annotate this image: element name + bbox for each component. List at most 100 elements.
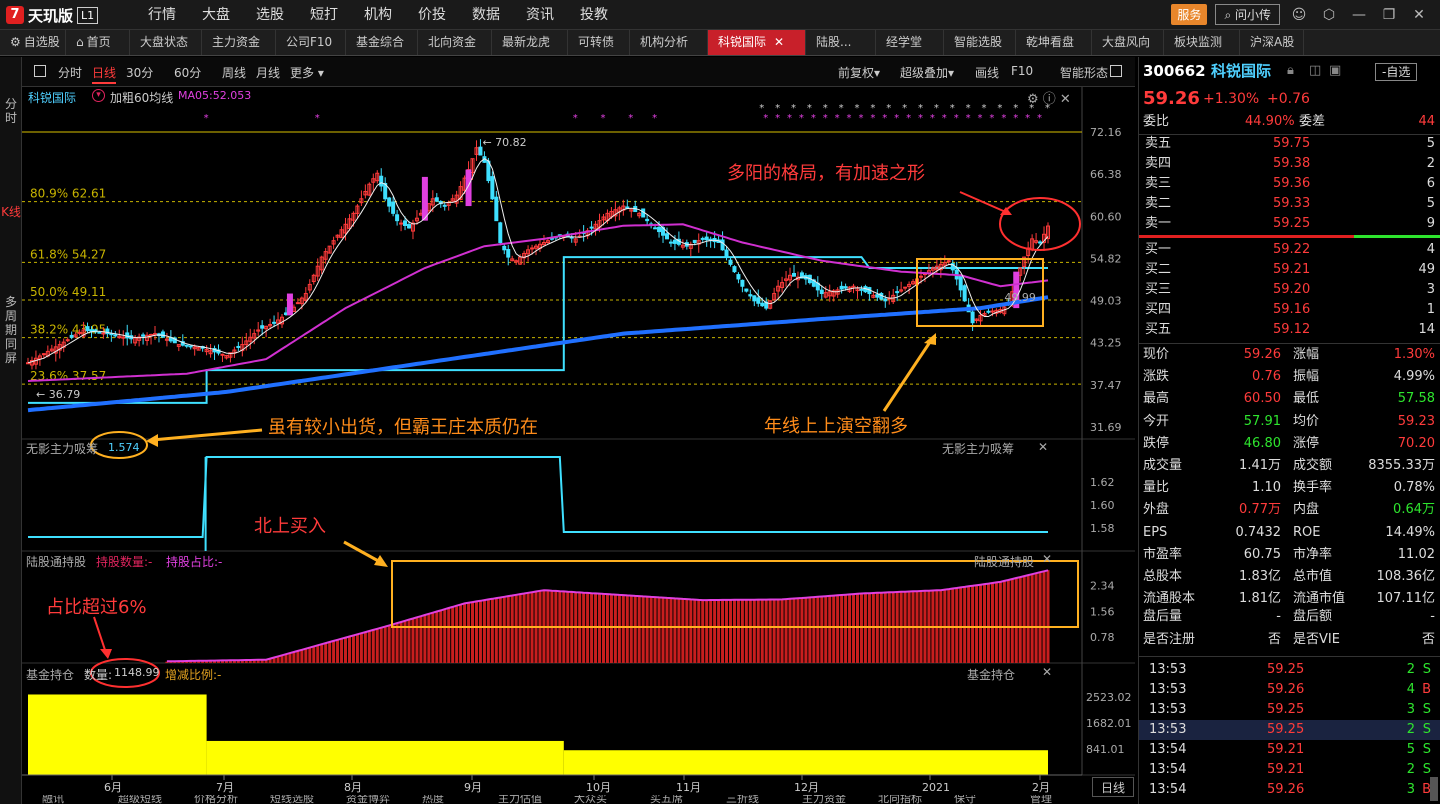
restore-icon[interactable]: ❐	[1378, 7, 1400, 23]
bottom-tab[interactable]: 管理	[1030, 795, 1052, 804]
bottom-tab[interactable]: 融讯	[42, 795, 64, 804]
tab-item[interactable]: 经学堂	[876, 30, 944, 55]
ask-row[interactable]: 卖三 59.36 6	[1139, 174, 1440, 194]
tick-row[interactable]: 13:54 59.21 2 S	[1139, 760, 1440, 780]
tab-item[interactable]: 最新龙虎	[492, 30, 568, 55]
lugu-bar	[621, 595, 625, 663]
period-tab[interactable]: 60分	[174, 64, 201, 81]
tick-row[interactable]: 13:54 59.26 3 B	[1139, 780, 1440, 800]
layout-icon[interactable]	[34, 65, 46, 77]
toolbar-right-item[interactable]: 画线	[975, 64, 999, 81]
lugu-bar	[780, 599, 784, 663]
tick-row[interactable]: 13:53 59.26 4 B	[1139, 680, 1440, 700]
bottom-tab[interactable]: 超级短线	[118, 795, 162, 804]
tab-item[interactable]: 乾坤看盘	[1016, 30, 1092, 55]
tab-item[interactable]: 科锐国际 ✕	[708, 30, 806, 55]
main-menu-item[interactable]: 资讯	[513, 0, 567, 30]
tick-row[interactable]: 13:54 59.21 5 S	[1139, 740, 1440, 760]
toolbar-right-item[interactable]: 前复权▾	[838, 64, 880, 81]
stat-label: 盘后量	[1143, 609, 1183, 625]
ask-row[interactable]: 卖二 59.33 5	[1139, 194, 1440, 214]
tab-close-icon[interactable]: ✕	[774, 35, 784, 49]
main-menu-item[interactable]: 价投	[405, 0, 459, 30]
period-tab[interactable]: 更多 ▾	[290, 64, 324, 81]
tick-scrollbar[interactable]	[1430, 777, 1438, 801]
bottom-tab[interactable]: 价格分析	[194, 795, 238, 804]
fund-close-icon[interactable]: ✕	[1042, 665, 1052, 679]
bottom-tab[interactable]: 买五席	[650, 795, 683, 804]
bottom-tab[interactable]: 北向指标	[878, 795, 922, 804]
service-button[interactable]: 服务	[1171, 4, 1208, 25]
bottom-tab[interactable]: 大众买	[574, 795, 607, 804]
lugu-bar	[955, 588, 959, 663]
tab-item[interactable]: 可转债	[568, 30, 630, 55]
add-watchlist-button[interactable]: -自选	[1375, 63, 1418, 81]
tab-item[interactable]: 基金综合	[346, 30, 418, 55]
period-tab[interactable]: 周线	[222, 64, 246, 81]
period-tab[interactable]: 月线	[256, 64, 280, 81]
lugu-close-icon[interactable]: ✕	[1042, 552, 1052, 566]
daily-button[interactable]: 日线	[1092, 777, 1134, 797]
tab-item[interactable]: ⌂ 首页	[66, 30, 130, 55]
settings-icon[interactable]: ⬡	[1318, 7, 1340, 23]
side-tab-multi[interactable]: 多周期同屏	[0, 295, 22, 365]
main-menu-item[interactable]: 选股	[243, 0, 297, 30]
share-icon[interactable]: ▣	[1329, 61, 1341, 81]
wuying-close-icon[interactable]: ✕	[1038, 440, 1048, 454]
toolbar-right-item[interactable]: 智能形态	[1060, 64, 1108, 81]
period-tab[interactable]: 分时	[58, 64, 82, 81]
side-tab-kline[interactable]: K线	[0, 205, 22, 219]
bottom-tab[interactable]: 保守	[954, 795, 976, 804]
tab-item[interactable]: 主力资金	[202, 30, 276, 55]
tab-item[interactable]: 公司F10	[276, 30, 346, 55]
bid-row[interactable]: 买一 59.22 4	[1139, 240, 1440, 260]
bid-row[interactable]: 买四 59.16 1	[1139, 300, 1440, 320]
ask-row[interactable]: 卖五 59.75 5	[1139, 134, 1440, 154]
bottom-tab[interactable]: 主力资金	[802, 795, 846, 804]
ask-xiaochuan-button[interactable]: ⌕ 问小传	[1215, 4, 1280, 25]
dropdown-icon[interactable]: ▾	[92, 89, 105, 102]
period-tab[interactable]: 30分	[126, 64, 153, 81]
tab-item[interactable]: 智能选股	[944, 30, 1016, 55]
tab-item[interactable]: 板块监测	[1164, 30, 1240, 55]
layout-toggle-icon[interactable]	[1110, 65, 1122, 77]
tab-item[interactable]: 机构分析	[630, 30, 708, 55]
tick-row[interactable]: 13:53 59.25 2 S	[1139, 660, 1440, 680]
bid-row[interactable]: 买三 59.20 3	[1139, 280, 1440, 300]
lugu-bar	[673, 598, 677, 663]
user-icon[interactable]: ☺	[1288, 7, 1310, 23]
toolbar-right-item[interactable]: F10	[1011, 64, 1033, 78]
tab-item[interactable]: 大盘状态	[130, 30, 202, 55]
tab-item[interactable]: ⚙ 自选股	[0, 30, 66, 55]
main-menu-item[interactable]: 行情	[135, 0, 189, 30]
ask-row[interactable]: 卖一 59.25 9	[1139, 214, 1440, 234]
tab-item[interactable]: 陆股...	[806, 30, 876, 55]
tab-item[interactable]: 沪深A股	[1240, 30, 1304, 55]
bottom-tab[interactable]: 短线选股	[270, 795, 314, 804]
minimize-icon[interactable]: —	[1348, 7, 1370, 23]
bottom-tab[interactable]: 主力估值	[498, 795, 542, 804]
kline-gear-icon[interactable]: ⚙ ⓘ ✕	[1027, 88, 1071, 107]
tick-row[interactable]: 13:53 59.25 3 S	[1139, 700, 1440, 720]
bottom-tab[interactable]: 热度	[422, 795, 444, 804]
tab-item[interactable]: 大盘风向	[1092, 30, 1164, 55]
lock-icon[interactable]: 🔒︎	[1287, 61, 1294, 81]
bid-row[interactable]: 买二 59.21 49	[1139, 260, 1440, 280]
main-menu-item[interactable]: 数据	[459, 0, 513, 30]
bottom-tab[interactable]: 三折线	[726, 795, 759, 804]
period-tab[interactable]: 日线	[92, 64, 117, 84]
main-menu-item[interactable]: 短打	[297, 0, 351, 30]
tab-item[interactable]: 北向资金	[418, 30, 492, 55]
ask-row[interactable]: 卖四 59.38 2	[1139, 154, 1440, 174]
bid-row[interactable]: 买五 59.12 14	[1139, 320, 1440, 340]
bottom-tab[interactable]: 资金博弈	[346, 795, 390, 804]
main-menu-item[interactable]: 投教	[567, 0, 621, 30]
toolbar-right-item[interactable]: 超级叠加▾	[900, 64, 954, 81]
side-tab-fenshi[interactable]: 分时	[0, 97, 22, 125]
tick-row[interactable]: 13:53 59.25 2 S	[1139, 720, 1440, 740]
close-icon[interactable]: ✕	[1408, 7, 1430, 23]
info-icon[interactable]: ◫	[1309, 61, 1321, 81]
stat-row: 量比 1.10 换手率 0.78%	[1139, 478, 1440, 498]
main-menu-item[interactable]: 机构	[351, 0, 405, 30]
main-menu-item[interactable]: 大盘	[189, 0, 243, 30]
